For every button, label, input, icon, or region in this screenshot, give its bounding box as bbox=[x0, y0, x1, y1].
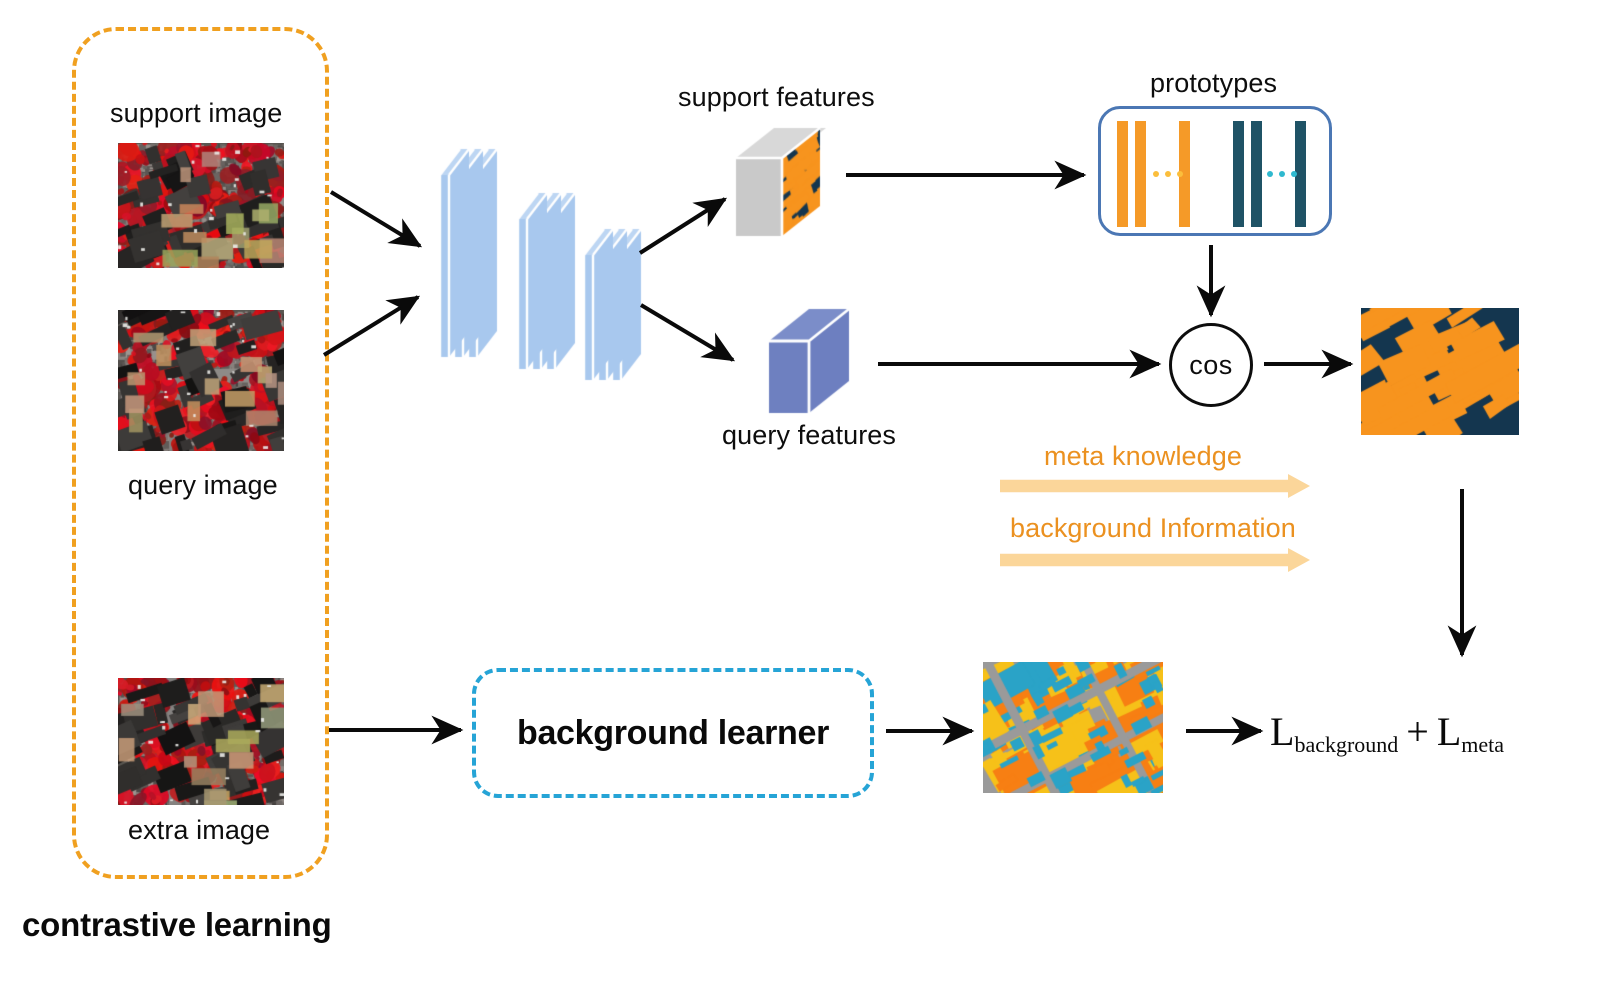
query-image-thumbnail bbox=[118, 310, 284, 451]
loss-background-subscript: background bbox=[1294, 732, 1399, 758]
cosine-similarity-node: cos bbox=[1169, 323, 1253, 407]
prototype-ellipsis-foreground-3 bbox=[1177, 171, 1183, 177]
loss-background-symbol: L bbox=[1270, 709, 1295, 754]
loss-plus-symbol: + bbox=[1406, 709, 1429, 754]
prototype-ellipsis-background-2 bbox=[1279, 171, 1285, 177]
raster-layer bbox=[983, 662, 1163, 793]
raster-layer bbox=[432, 115, 662, 390]
prototype-bar-foreground-1 bbox=[1117, 121, 1128, 227]
prototype-ellipsis-foreground-2 bbox=[1165, 171, 1171, 177]
arrow-query-to-encoder bbox=[322, 295, 421, 357]
raster-layer bbox=[763, 303, 871, 419]
raster-layer bbox=[1361, 308, 1519, 435]
meta-knowledge-label: meta knowledge bbox=[1044, 441, 1243, 471]
prototypes-label: prototypes bbox=[1150, 68, 1278, 98]
diagram-canvas: support image query image extra image co… bbox=[0, 0, 1621, 998]
cnn-encoder-icon bbox=[432, 115, 662, 390]
meta-knowledge-arrow bbox=[1000, 474, 1310, 498]
support-features-label: support features bbox=[678, 82, 875, 112]
prototype-bar-foreground-2 bbox=[1135, 121, 1146, 227]
prototype-bar-background-2 bbox=[1251, 121, 1262, 227]
query-image-label: query image bbox=[128, 470, 278, 500]
binary-segmentation-output bbox=[1361, 308, 1519, 435]
background-information-label: background Information bbox=[1010, 513, 1296, 543]
loss-meta-symbol: L bbox=[1436, 709, 1462, 754]
block-arrow-shape bbox=[1000, 548, 1310, 572]
loss-meta-subscript: meta bbox=[1461, 732, 1505, 758]
extra-image-thumbnail bbox=[118, 678, 284, 805]
prototype-ellipsis-foreground-1 bbox=[1153, 171, 1159, 177]
raster-layer bbox=[118, 310, 284, 451]
raster-layer bbox=[118, 143, 284, 268]
query-features-label: query features bbox=[722, 420, 896, 450]
raster-layer bbox=[730, 122, 838, 247]
prototypes-box bbox=[1098, 106, 1332, 236]
contrastive-learning-title: contrastive learning bbox=[22, 906, 332, 943]
query-features-cube bbox=[763, 303, 871, 419]
support-image-thumbnail bbox=[118, 143, 284, 268]
arrow-support-to-encoder bbox=[329, 190, 423, 248]
prototype-ellipsis-background-3 bbox=[1291, 171, 1297, 177]
prototype-bar-background-1 bbox=[1233, 121, 1244, 227]
background-learner-box[interactable]: background learner bbox=[472, 668, 874, 798]
prototype-ellipsis-background-1 bbox=[1267, 171, 1273, 177]
support-features-cube bbox=[730, 122, 838, 247]
background-information-arrow bbox=[1000, 548, 1310, 572]
block-arrow-shape bbox=[1000, 474, 1310, 498]
loss-formula: Lbackground + Lmeta bbox=[1270, 708, 1505, 758]
multiclass-segmentation-output bbox=[983, 662, 1163, 793]
background-learner-label: background learner bbox=[516, 713, 830, 752]
support-image-label: support image bbox=[110, 98, 283, 128]
extra-image-label: extra image bbox=[128, 815, 271, 845]
raster-layer bbox=[118, 678, 284, 805]
cos-label: cos bbox=[1189, 349, 1233, 380]
